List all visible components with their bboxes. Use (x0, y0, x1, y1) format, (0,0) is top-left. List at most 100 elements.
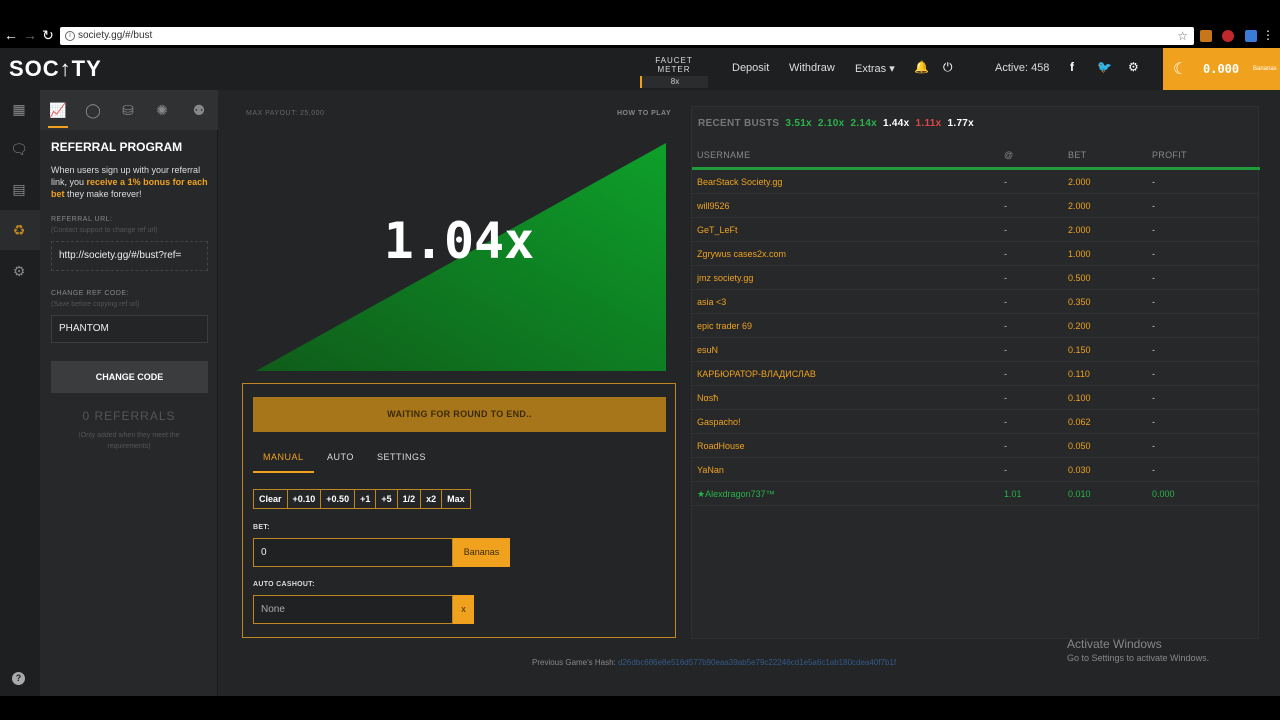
cashout-at: - (1004, 297, 1007, 307)
adblock-extension-icon[interactable] (1222, 30, 1234, 42)
player-username[interactable]: Zgrywus cases2x.com (697, 249, 786, 259)
facebook-icon[interactable]: f (1070, 60, 1074, 74)
bet-amount: 0.500 (1068, 273, 1091, 283)
deposit-link[interactable]: Deposit (732, 62, 769, 74)
tab-auto[interactable]: AUTO (327, 452, 354, 462)
bookmark-star-icon[interactable]: ☆ (1177, 27, 1188, 45)
player-username[interactable]: КАРБЮРАТОР-ВЛАДИСЛАВ (697, 369, 816, 379)
col-at: @ (1004, 150, 1014, 160)
profit-amount: - (1152, 465, 1155, 475)
ref-code-input[interactable]: PHANTOM (51, 315, 208, 343)
cashout-at: - (1004, 465, 1007, 475)
crash-chart-icon[interactable]: 📈 (48, 100, 68, 120)
settings-gear-icon[interactable]: ⚙ (10, 262, 28, 280)
news-icon[interactable]: ▤ (10, 180, 28, 198)
extension-icon[interactable] (1200, 30, 1212, 42)
cashout-at: - (1004, 393, 1007, 403)
bell-icon[interactable]: 🔔 (914, 60, 929, 74)
wheel-icon[interactable]: ✺ (152, 100, 172, 120)
bet-amount: 0.150 (1068, 345, 1091, 355)
steam-icon[interactable]: ⚙ (1128, 60, 1139, 74)
add-0-10-button[interactable]: +0.10 (288, 490, 322, 508)
recent-bust-value[interactable]: 2.14x (850, 118, 877, 129)
power-icon[interactable]: ⏻ (943, 60, 953, 75)
player-username[interactable]: RoadHouse (697, 441, 745, 451)
recent-bust-value[interactable]: 1.11x (916, 118, 942, 129)
roulette-icon[interactable]: ◯ (83, 100, 103, 120)
back-icon[interactable]: ← (3, 27, 19, 43)
player-username[interactable]: ★Alexdragon737™ (697, 489, 775, 500)
double-button[interactable]: x2 (421, 490, 443, 508)
table-row: GeT_LeFt - 2.000 - (692, 218, 1260, 242)
current-multiplier: 1.04x (383, 212, 535, 270)
extension-icon[interactable] (1245, 30, 1257, 42)
bet-amount: 0.350 (1068, 297, 1091, 307)
bet-currency[interactable]: Bananas (453, 538, 510, 567)
add-0-50-button[interactable]: +0.50 (321, 490, 356, 508)
address-bar[interactable]: i society.gg/#/bust ☆ (60, 27, 1194, 45)
cashout-at: - (1004, 201, 1007, 211)
faucet-meter[interactable]: FAUCET METER 8x (640, 56, 708, 88)
referral-icon[interactable]: ♻ (10, 221, 28, 239)
player-username[interactable]: BearStack Society.gg (697, 177, 782, 187)
forward-icon[interactable]: → (22, 27, 38, 43)
recent-bust-value[interactable]: 1.44x (883, 118, 910, 129)
player-username[interactable]: jmz society.gg (697, 273, 753, 283)
cashout-at: - (1004, 345, 1007, 355)
tab-manual[interactable]: MANUAL (263, 452, 304, 462)
add-5-button[interactable]: +5 (376, 490, 398, 508)
recent-bust-value[interactable]: 3.51x (785, 118, 812, 129)
previous-hash-value[interactable]: d26dbc686e8e516d577b90eaa39ab5e79c22246c… (618, 658, 896, 667)
browser-menu-icon[interactable]: ⋮ (1262, 28, 1274, 42)
change-code-button[interactable]: CHANGE CODE (51, 361, 208, 393)
change-ref-label: CHANGE REF CODE: (51, 290, 130, 297)
player-username[interactable]: Nαѕħ (697, 393, 718, 403)
player-username[interactable]: asia <3 (697, 297, 726, 307)
referral-title: REFERRAL PROGRAM (51, 140, 183, 154)
cashout-at: - (1004, 417, 1007, 427)
player-username[interactable]: Gaspacho! (697, 417, 741, 427)
add-1-button[interactable]: +1 (355, 490, 377, 508)
gamepad-icon[interactable]: ⚉ (189, 100, 209, 120)
player-username[interactable]: YaNan (697, 465, 724, 475)
player-username[interactable]: will9526 (697, 201, 730, 211)
bet-input[interactable]: 0 (253, 538, 453, 567)
info-icon[interactable]: i (65, 31, 75, 41)
grid-icon[interactable]: ▦ (10, 100, 28, 118)
auto-cashout-clear-button[interactable]: x (453, 595, 474, 624)
twitter-icon[interactable]: 🐦 (1097, 60, 1112, 74)
coin-stack-icon[interactable]: ⛁ (118, 100, 138, 120)
player-username[interactable]: GeT_LeFt (697, 225, 738, 235)
half-button[interactable]: 1/2 (398, 490, 422, 508)
player-username[interactable]: epic trader 69 (697, 321, 752, 331)
page-body: ▦ 🗨 ▤ ♻ ⚙ ? 📈 ◯ ⛁ ✺ ⚉ REFERRAL PROGRAM W… (0, 90, 1280, 696)
help-icon[interactable]: ? (12, 672, 25, 685)
referral-url-field[interactable]: http://society.gg/#/bust?ref= (51, 241, 208, 271)
profit-amount: - (1152, 225, 1155, 235)
reload-icon[interactable]: ↻ (40, 27, 56, 43)
col-username: USERNAME (697, 150, 751, 160)
withdraw-link[interactable]: Withdraw (789, 62, 835, 74)
table-header: USERNAME @ BET PROFIT (692, 144, 1260, 168)
cashout-at: - (1004, 321, 1007, 331)
site-logo[interactable]: SOC↑TY (9, 56, 102, 82)
table-row: will9526 - 2.000 - (692, 194, 1260, 218)
extras-dropdown[interactable]: Extras ▾ (855, 62, 895, 75)
profit-amount: - (1152, 201, 1155, 211)
left-icon-rail: ▦ 🗨 ▤ ♻ ⚙ ? (0, 90, 40, 696)
balance-display[interactable]: ☾ 0.000 Bananas (1163, 48, 1280, 90)
chat-icon[interactable]: 🗨 (10, 140, 28, 158)
recent-bust-value[interactable]: 1.77x (948, 118, 975, 129)
clear-button[interactable]: Clear (254, 490, 288, 508)
player-username[interactable]: esuN (697, 345, 718, 355)
active-users-count: Active: 458 (995, 62, 1050, 74)
tab-settings[interactable]: SETTINGS (377, 452, 426, 462)
activate-windows-subtitle: Go to Settings to activate Windows. (1067, 653, 1210, 663)
max-button[interactable]: Max (442, 490, 470, 508)
auto-cashout-input[interactable]: None (253, 595, 453, 624)
how-to-play-link[interactable]: HOW TO PLAY (617, 110, 671, 117)
windows-activation-watermark: Activate Windows Go to Settings to activ… (1067, 637, 1209, 663)
waiting-round-button[interactable]: WAITING FOR ROUND TO END.. (253, 397, 666, 432)
table-row: asia <3 - 0.350 - (692, 290, 1260, 314)
recent-bust-value[interactable]: 2.10x (818, 118, 845, 129)
